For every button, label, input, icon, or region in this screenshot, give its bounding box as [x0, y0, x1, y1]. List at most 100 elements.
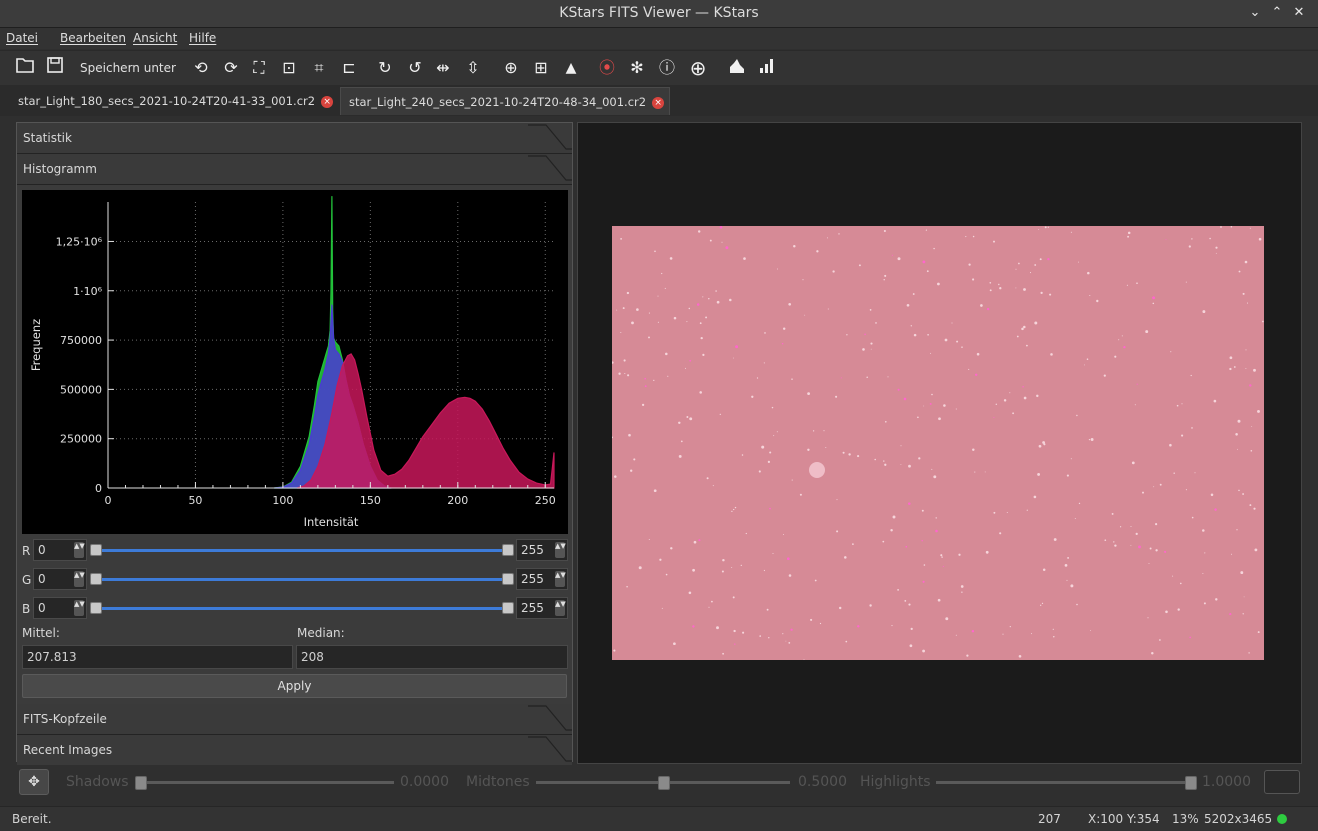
tab-close-icon[interactable]: × — [321, 95, 334, 108]
tab-image-180[interactable]: star_Light_180_secs_2021-10-24T20-41-33_… — [10, 87, 338, 115]
maximize-button[interactable]: ⌃ — [1268, 4, 1286, 22]
crosshair-icon[interactable]: ⊕ — [500, 57, 522, 79]
histogram-icon[interactable] — [726, 57, 748, 79]
star-dot — [807, 392, 810, 395]
open-file-icon[interactable] — [14, 57, 36, 79]
shadows-handle[interactable] — [135, 776, 147, 790]
channel-g-min-spin[interactable]: 0 ▲▼ — [33, 568, 87, 590]
auto-stretch-button[interactable] — [1264, 770, 1300, 794]
section-histogram[interactable]: Histogramm — [17, 154, 572, 185]
star-dot — [1149, 547, 1152, 550]
flip-vertical-icon[interactable]: ⇳ — [462, 57, 484, 79]
median-field[interactable]: 208 — [296, 645, 568, 669]
menu-view[interactable]: Ansicht — [133, 31, 177, 45]
target-icon[interactable]: ⊕ — [686, 57, 710, 79]
channel-r-max-spin[interactable]: 255 ▲▼ — [516, 539, 568, 561]
star-dot — [1245, 368, 1247, 370]
title-bar: KStars FITS Viewer — KStars ⌄ ⌃ ✕ — [0, 0, 1318, 28]
statistics-icon[interactable] — [756, 57, 778, 79]
star-dot — [812, 430, 815, 432]
close-button[interactable]: ✕ — [1290, 4, 1308, 22]
star-dot — [644, 385, 647, 388]
star-dot — [1121, 335, 1123, 337]
star-dot — [1170, 351, 1172, 353]
channel-b-slider[interactable] — [96, 607, 508, 610]
highlights-slider[interactable] — [936, 781, 1190, 784]
star-dot — [1235, 433, 1238, 436]
star-dot — [689, 359, 692, 362]
tab-close-icon[interactable]: × — [652, 96, 665, 109]
section-recent-images[interactable]: Recent Images — [17, 735, 572, 765]
channel-g-low-handle[interactable] — [90, 573, 102, 585]
tab-bar: star_Light_180_secs_2021-10-24T20-41-33_… — [0, 85, 1318, 116]
channel-r-label: R — [22, 544, 31, 558]
menu-help[interactable]: Hilfe — [189, 31, 216, 45]
channel-r-high-handle[interactable] — [502, 544, 514, 556]
channel-b-high-handle[interactable] — [502, 602, 514, 614]
star-dot — [665, 352, 668, 356]
star-dot — [1136, 282, 1138, 284]
star-dot — [661, 607, 663, 609]
zoom-in-icon[interactable]: ⛶ — [248, 57, 270, 79]
star-dot — [931, 468, 933, 470]
save-icon[interactable] — [44, 57, 66, 79]
star-dot — [697, 230, 701, 233]
flip-horizontal-icon[interactable]: ⇹ — [432, 57, 454, 79]
pan-tool-icon[interactable]: ✥ — [19, 769, 49, 795]
status-indicator-icon — [1277, 814, 1287, 824]
star-dot — [667, 375, 669, 377]
save-as-button[interactable]: Speichern unter ... — [76, 57, 180, 97]
star-dot — [788, 642, 791, 644]
menu-edit[interactable]: Bearbeiten — [60, 31, 126, 45]
midtones-handle[interactable] — [658, 776, 670, 790]
grid-icon[interactable]: ⊞ — [530, 57, 552, 79]
zoom-out-icon[interactable]: ⊡ — [278, 57, 300, 79]
rotate-ccw-icon[interactable]: ↺ — [404, 57, 426, 79]
menu-file[interactable]: Datei — [6, 31, 38, 45]
shadows-slider[interactable] — [140, 781, 394, 784]
channel-g-max-spin[interactable]: 255 ▲▼ — [516, 568, 568, 590]
star-dot — [887, 376, 889, 378]
star-dot — [777, 268, 779, 270]
undo-icon[interactable]: ⟲ — [190, 57, 212, 79]
spin-arrows-icon[interactable]: ▲▼ — [74, 571, 85, 587]
zoom-default-icon[interactable]: ⌗ — [308, 57, 330, 79]
highlights-handle[interactable] — [1185, 776, 1197, 790]
zoom-fit-icon[interactable]: ⊏ — [338, 57, 360, 79]
channel-r-slider[interactable] — [96, 549, 508, 552]
redo-icon[interactable]: ⟳ — [220, 57, 242, 79]
star-dot — [1153, 486, 1155, 488]
spin-arrows-icon[interactable]: ▲▼ — [555, 542, 566, 558]
star-dot — [631, 321, 634, 325]
rotate-cw-icon[interactable]: ↻ — [374, 57, 396, 79]
spin-arrows-icon[interactable]: ▲▼ — [555, 600, 566, 616]
star-dot — [1152, 302, 1155, 305]
star-dot — [858, 264, 861, 267]
star-dot — [684, 367, 687, 369]
section-statistics[interactable]: Statistik — [17, 123, 572, 154]
section-fits-header[interactable]: FITS-Kopfzeile — [17, 704, 572, 735]
info-icon[interactable]: ⓘ — [656, 57, 678, 79]
star-dot — [1074, 518, 1076, 519]
channel-r-low-handle[interactable] — [90, 544, 102, 556]
channel-r-min-spin[interactable]: 0 ▲▼ — [33, 539, 87, 561]
spin-arrows-icon[interactable]: ▲▼ — [74, 600, 85, 616]
stretch-bar: ✥ Shadows 0.0000 Midtones 0.5000 Highlig… — [0, 766, 1318, 800]
channel-b-min-spin[interactable]: 0 ▲▼ — [33, 597, 87, 619]
channel-b-max-spin[interactable]: 255 ▲▼ — [516, 597, 568, 619]
fits-image[interactable] — [611, 225, 1264, 660]
channel-g-slider[interactable] — [96, 578, 508, 581]
star-dot — [790, 628, 793, 631]
mean-field[interactable]: 207.813 — [22, 645, 293, 669]
mark-stars-icon[interactable]: ⦿ — [596, 57, 618, 79]
tab-image-240[interactable]: star_Light_240_secs_2021-10-24T20-48-34_… — [340, 87, 670, 115]
minimize-button[interactable]: ⌄ — [1246, 4, 1264, 22]
spin-arrows-icon[interactable]: ▲▼ — [555, 571, 566, 587]
star-dot — [972, 235, 975, 238]
channel-g-high-handle[interactable] — [502, 573, 514, 585]
apply-button[interactable]: Apply — [22, 674, 567, 698]
channel-b-low-handle[interactable] — [90, 602, 102, 614]
star-profile-icon[interactable]: ▲ — [560, 57, 582, 79]
clear-marks-icon[interactable]: ✻ — [626, 57, 648, 79]
spin-arrows-icon[interactable]: ▲▼ — [74, 542, 85, 558]
